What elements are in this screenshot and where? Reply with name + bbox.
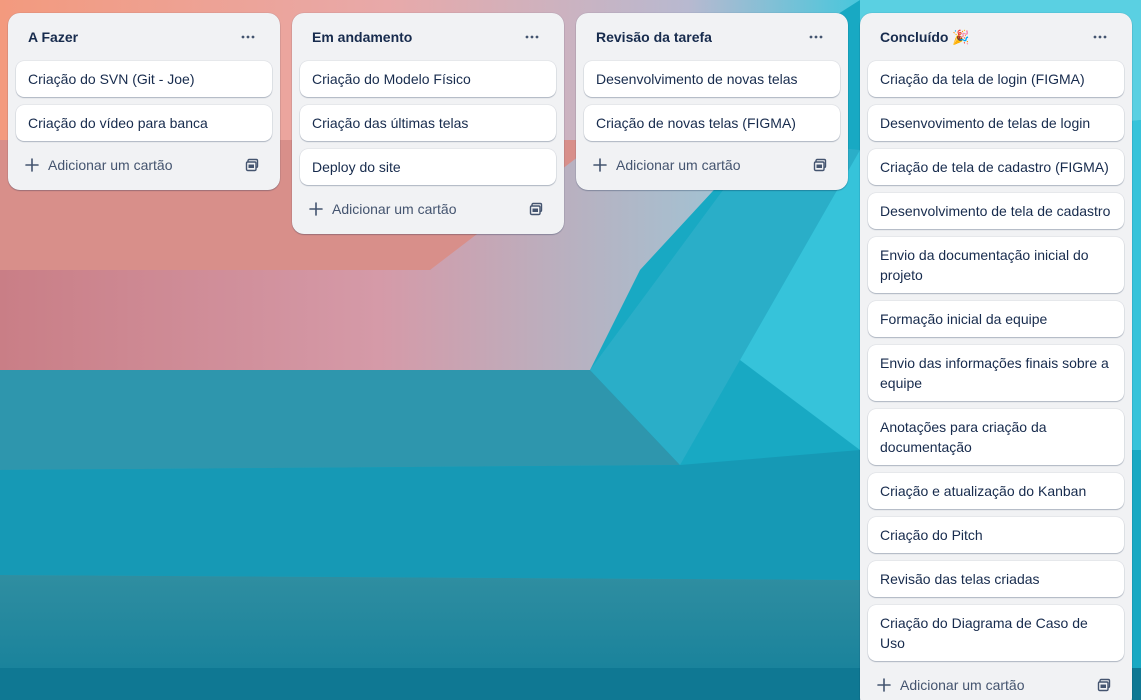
plus-icon <box>877 678 891 692</box>
card[interactable]: Criação de tela de cadastro (FIGMA) <box>868 149 1124 185</box>
card-list: Desenvolvimento de novas telas Criação d… <box>584 61 840 141</box>
list-header: Concluído 🎉 <box>868 13 1124 61</box>
card-template-icon <box>813 158 827 172</box>
card[interactable]: Desenvolvimento de tela de cadastro <box>868 193 1124 229</box>
list-em-andamento: Em andamento Criação do Modelo Físico Cr… <box>292 13 564 234</box>
create-from-template-button[interactable] <box>240 153 264 177</box>
add-card-row: Adicionar um cartão <box>868 669 1124 700</box>
add-card-button[interactable]: Adicionar um cartão <box>24 157 173 173</box>
card-list: Criação do Modelo Físico Criação das últ… <box>300 61 556 185</box>
add-card-button[interactable]: Adicionar um cartão <box>308 201 457 217</box>
list-title[interactable]: Concluído 🎉 <box>880 29 970 46</box>
plus-icon <box>309 202 323 216</box>
card[interactable]: Envio das informações finais sobre a equ… <box>868 345 1124 401</box>
list-concluido: Concluído 🎉 Criação da tela de login (FI… <box>860 13 1132 700</box>
card[interactable]: Desenvolvimento de novas telas <box>584 61 840 97</box>
list-title[interactable]: Revisão da tarefa <box>596 29 712 45</box>
card[interactable]: Formação inicial da equipe <box>868 301 1124 337</box>
card-list: Criação do SVN (Git - Joe) Criação do ví… <box>16 61 272 141</box>
list-header: Em andamento <box>300 13 556 61</box>
create-from-template-button[interactable] <box>1092 673 1116 697</box>
list-revisao-da-tarefa: Revisão da tarefa Desenvolvimento de nov… <box>576 13 848 190</box>
list-menu-button[interactable] <box>518 23 546 51</box>
card[interactable]: Envio da documentação inicial do projeto <box>868 237 1124 293</box>
card[interactable]: Criação do vídeo para banca <box>16 105 272 141</box>
add-card-row: Adicionar um cartão <box>300 193 556 225</box>
card[interactable]: Criação do Modelo Físico <box>300 61 556 97</box>
list-menu-button[interactable] <box>234 23 262 51</box>
list-header: A Fazer <box>16 13 272 61</box>
add-card-button[interactable]: Adicionar um cartão <box>876 677 1025 693</box>
card[interactable]: Criação de novas telas (FIGMA) <box>584 105 840 141</box>
card-template-icon <box>529 202 543 216</box>
list-title[interactable]: A Fazer <box>28 29 78 45</box>
card[interactable]: Desenvovimento de telas de login <box>868 105 1124 141</box>
card-list: Criação da tela de login (FIGMA) Desenvo… <box>868 61 1124 661</box>
ellipsis-icon <box>241 35 255 39</box>
card[interactable]: Anotações para criação da documentação <box>868 409 1124 465</box>
list-title[interactable]: Em andamento <box>312 29 412 45</box>
plus-icon <box>593 158 607 172</box>
add-card-row: Adicionar um cartão <box>584 149 840 181</box>
card[interactable]: Deploy do site <box>300 149 556 185</box>
card[interactable]: Criação do Pitch <box>868 517 1124 553</box>
card-template-icon <box>245 158 259 172</box>
card[interactable]: Criação e atualização do Kanban <box>868 473 1124 509</box>
create-from-template-button[interactable] <box>524 197 548 221</box>
card[interactable]: Criação do Diagrama de Caso de Uso <box>868 605 1124 661</box>
add-card-row: Adicionar um cartão <box>16 149 272 181</box>
kanban-board: A Fazer Criação do SVN (Git - Joe) Criaç… <box>0 0 1141 700</box>
plus-icon <box>25 158 39 172</box>
list-a-fazer: A Fazer Criação do SVN (Git - Joe) Criaç… <box>8 13 280 190</box>
add-card-button[interactable]: Adicionar um cartão <box>592 157 741 173</box>
ellipsis-icon <box>809 35 823 39</box>
card[interactable]: Revisão das telas criadas <box>868 561 1124 597</box>
card-template-icon <box>1097 678 1111 692</box>
ellipsis-icon <box>525 35 539 39</box>
list-header: Revisão da tarefa <box>584 13 840 61</box>
ellipsis-icon <box>1093 35 1107 39</box>
card[interactable]: Criação das últimas telas <box>300 105 556 141</box>
list-menu-button[interactable] <box>1086 23 1114 51</box>
add-card-label: Adicionar um cartão <box>332 201 457 217</box>
create-from-template-button[interactable] <box>808 153 832 177</box>
add-card-label: Adicionar um cartão <box>900 677 1025 693</box>
card[interactable]: Criação da tela de login (FIGMA) <box>868 61 1124 97</box>
add-card-label: Adicionar um cartão <box>616 157 741 173</box>
list-menu-button[interactable] <box>802 23 830 51</box>
card[interactable]: Criação do SVN (Git - Joe) <box>16 61 272 97</box>
add-card-label: Adicionar um cartão <box>48 157 173 173</box>
